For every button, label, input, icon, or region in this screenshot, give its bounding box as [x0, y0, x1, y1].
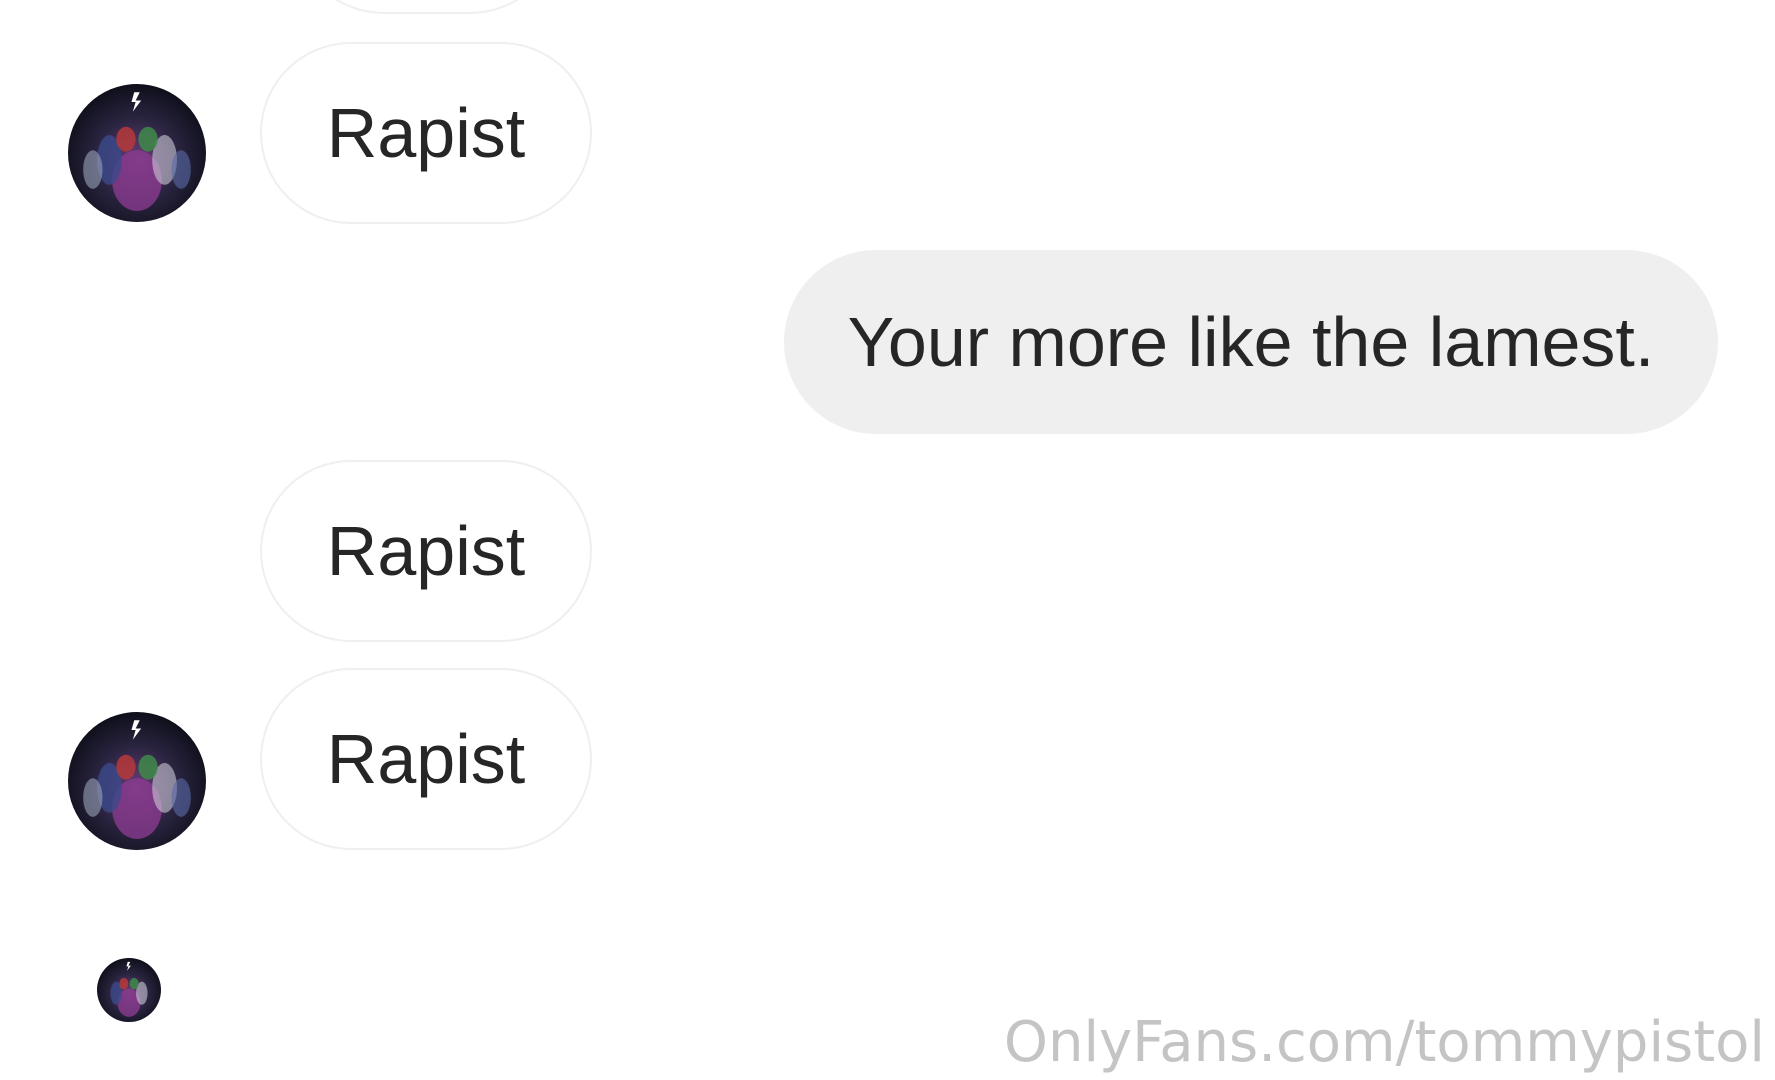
- incoming-message-bubble[interactable]: Rapist: [260, 460, 592, 642]
- message-text: Rapist: [326, 720, 526, 798]
- profile-avatar-icon: [68, 712, 206, 850]
- incoming-message-bubble[interactable]: Rapist: [260, 42, 592, 224]
- incoming-message-bubble[interactable]: Rapist: [260, 668, 592, 850]
- message-text: Your more like the lamest.: [847, 303, 1655, 381]
- sender-avatar[interactable]: [68, 84, 206, 222]
- partial-message-bubble: [292, 0, 562, 14]
- profile-avatar-icon: [97, 958, 161, 1022]
- sender-avatar[interactable]: [68, 712, 206, 850]
- outgoing-message-bubble[interactable]: Your more like the lamest.: [784, 250, 1718, 434]
- message-text: Rapist: [326, 512, 526, 590]
- watermark-text: OnlyFans.com/tommypistol: [1003, 1010, 1765, 1075]
- seen-indicator-avatar: [97, 958, 161, 1022]
- message-text: Rapist: [326, 94, 526, 172]
- profile-avatar-icon: [68, 84, 206, 222]
